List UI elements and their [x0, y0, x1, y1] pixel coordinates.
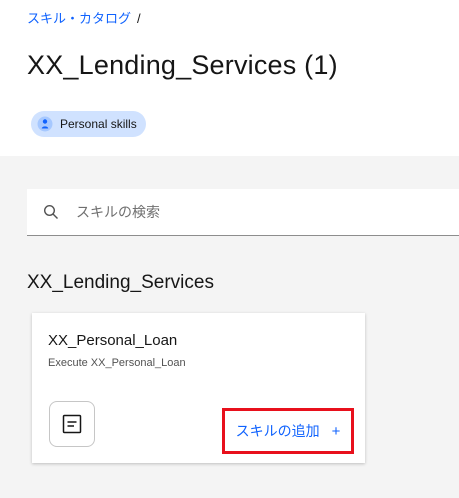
tag-label: Personal skills [60, 117, 137, 131]
breadcrumb: スキル・カタログ / [27, 8, 141, 27]
add-skill-label: スキルの追加 [235, 423, 320, 439]
skill-card-title: XX_Personal_Loan [48, 332, 178, 349]
skill-card-description: Execute XX_Personal_Loan [48, 357, 186, 369]
search-icon [43, 204, 59, 220]
document-icon [49, 401, 95, 447]
search-bar[interactable] [27, 189, 459, 236]
page-title: XX_Lending_Services (1) [27, 50, 338, 80]
personal-skills-tag: Personal skills [31, 111, 146, 137]
breadcrumb-separator: / [137, 11, 141, 26]
page-header: スキル・カタログ / XX_Lending_Services (1) Person… [0, 0, 459, 156]
section-title: XX_Lending_Services [27, 272, 214, 293]
skill-card[interactable]: XX_Personal_Loan Execute XX_Personal_Loa… [32, 313, 365, 463]
add-skill-button[interactable]: スキルの追加 + [222, 408, 354, 454]
search-input[interactable] [74, 203, 418, 221]
breadcrumb-link-skill-catalog[interactable]: スキル・カタログ [27, 11, 131, 26]
plus-icon: + [331, 422, 341, 440]
person-icon [37, 116, 53, 132]
